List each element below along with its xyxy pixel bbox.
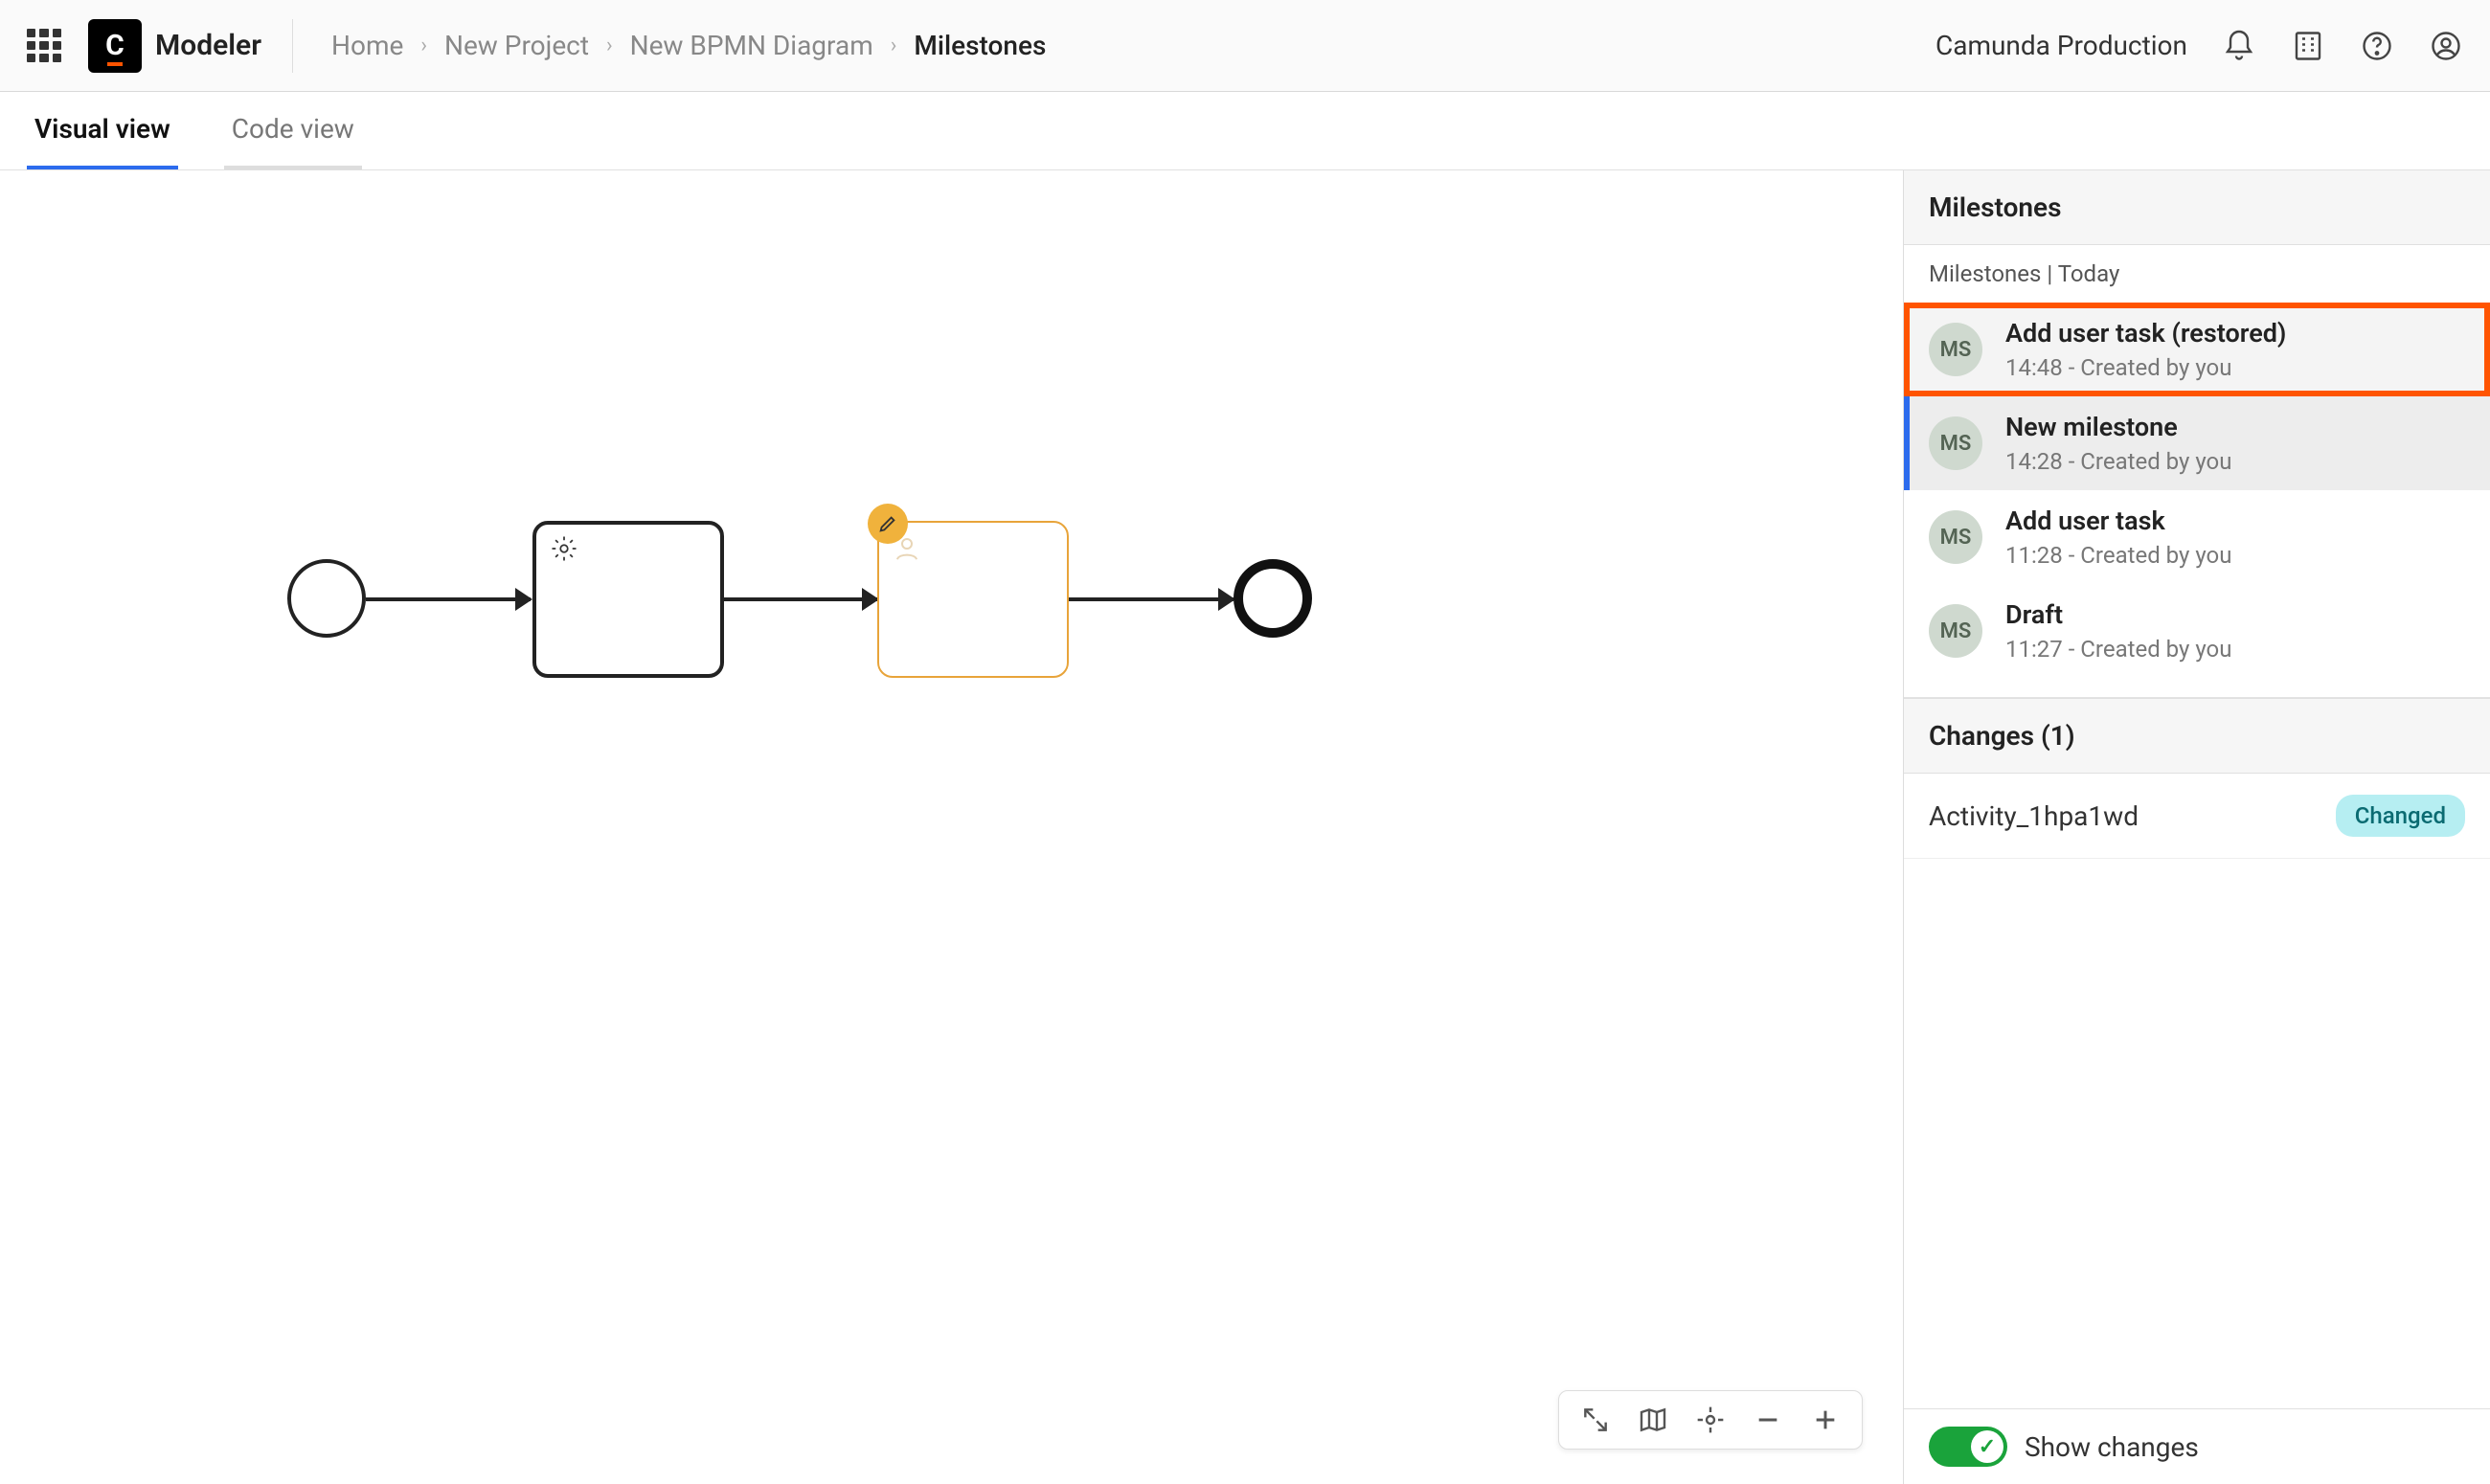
panel-footer: Show changes <box>1904 1408 2490 1484</box>
user-circle-icon[interactable] <box>2429 29 2463 63</box>
view-tabs: Visual view Code view <box>0 92 2490 170</box>
bell-icon[interactable] <box>2222 29 2256 63</box>
milestones-panel: Milestones Milestones | Today MS Add use… <box>1904 170 2490 1484</box>
breadcrumb-current: Milestones <box>914 30 1046 61</box>
milestone-sub: 14:48 - Created by you <box>2005 354 2286 381</box>
milestone-title: Add user task <box>2005 506 2231 536</box>
breadcrumb: Home › New Project › New BPMN Diagram › … <box>331 30 1046 61</box>
org-name[interactable]: Camunda Production <box>1935 30 2187 61</box>
breadcrumb-item[interactable]: Home <box>331 30 403 61</box>
milestone-item[interactable]: MS Draft 11:27 - Created by you <box>1904 584 2490 678</box>
building-icon[interactable] <box>2291 29 2325 63</box>
changes-title: Changes (1) <box>1904 698 2490 774</box>
milestone-sub: 14:28 - Created by you <box>2005 448 2231 475</box>
change-item-name: Activity_1hpa1wd <box>1929 800 2139 832</box>
zoom-in-icon[interactable] <box>1810 1405 1841 1435</box>
tab-code-view[interactable]: Code view <box>224 92 362 169</box>
chevron-right-icon: › <box>420 34 427 57</box>
bpmn-user-task[interactable] <box>877 521 1069 678</box>
brand-logo-icon: C <box>88 19 142 73</box>
avatar: MS <box>1929 510 1982 564</box>
milestone-item[interactable]: MS Add user task (restored) 14:48 - Crea… <box>1904 303 2490 396</box>
brand-name: Modeler <box>155 29 261 62</box>
milestone-title: New milestone <box>2005 412 2231 442</box>
milestone-group-label: Milestones | Today <box>1904 245 2490 303</box>
bpmn-sequence-flow[interactable] <box>724 597 877 601</box>
bpmn-service-task[interactable] <box>532 521 724 678</box>
topbar: C Modeler Home › New Project › New BPMN … <box>0 0 2490 92</box>
milestone-sub: 11:27 - Created by you <box>2005 636 2231 663</box>
minimap-icon[interactable] <box>1638 1405 1668 1435</box>
show-changes-toggle[interactable] <box>1929 1427 2007 1467</box>
milestone-title: Add user task (restored) <box>2005 318 2286 349</box>
fullscreen-icon[interactable] <box>1580 1405 1611 1435</box>
chevron-right-icon: › <box>891 34 897 57</box>
main: Milestones Milestones | Today MS Add use… <box>0 170 2490 1484</box>
avatar: MS <box>1929 604 1982 658</box>
avatar: MS <box>1929 416 1982 470</box>
breadcrumb-item[interactable]: New Project <box>444 30 589 61</box>
bpmn-end-event[interactable] <box>1234 559 1312 638</box>
change-row[interactable]: Activity_1hpa1wd Changed <box>1904 774 2490 859</box>
milestone-item[interactable]: MS New milestone 14:28 - Created by you <box>1904 396 2490 490</box>
bpmn-sequence-flow[interactable] <box>366 597 531 601</box>
bpmn-sequence-flow[interactable] <box>1069 597 1234 601</box>
milestone-sub: 11:28 - Created by you <box>2005 542 2231 569</box>
panel-title: Milestones <box>1904 170 2490 245</box>
show-changes-label: Show changes <box>2025 1431 2199 1463</box>
center-icon[interactable] <box>1695 1405 1726 1435</box>
user-icon <box>893 534 921 563</box>
diagram-canvas[interactable] <box>0 170 1904 1484</box>
tab-visual-view[interactable]: Visual view <box>27 92 178 169</box>
status-badge: Changed <box>2336 795 2465 837</box>
canvas-toolbar <box>1558 1390 1863 1450</box>
milestone-item[interactable]: MS Add user task 11:28 - Created by you <box>1904 490 2490 584</box>
brand[interactable]: C Modeler <box>88 19 293 73</box>
apps-grid-icon[interactable] <box>27 29 61 63</box>
zoom-out-icon[interactable] <box>1753 1405 1783 1435</box>
chevron-right-icon: › <box>606 34 613 57</box>
breadcrumb-item[interactable]: New BPMN Diagram <box>630 30 873 61</box>
avatar: MS <box>1929 323 1982 376</box>
gear-icon <box>550 534 578 563</box>
topbar-right: Camunda Production <box>1935 29 2463 63</box>
milestone-title: Draft <box>2005 599 2231 630</box>
help-icon[interactable] <box>2360 29 2394 63</box>
bpmn-start-event[interactable] <box>287 559 366 638</box>
